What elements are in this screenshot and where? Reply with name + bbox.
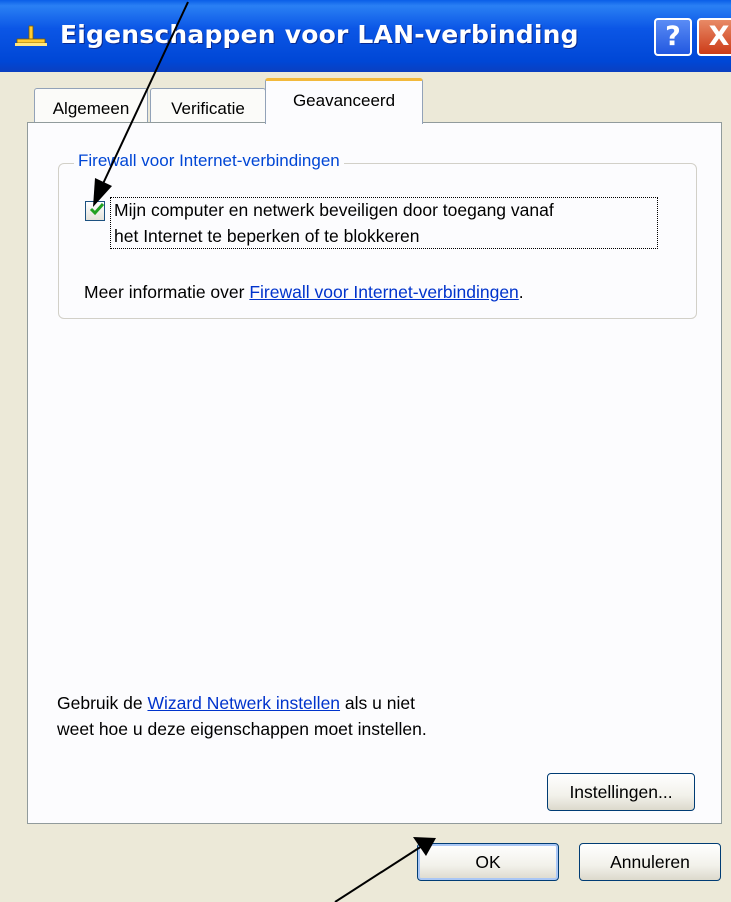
info-suffix: .: [518, 282, 524, 302]
lan-properties-dialog: Eigenschappen voor LAN-verbinding ? X Al…: [0, 0, 731, 902]
tab-geavanceerd[interactable]: Geavanceerd: [265, 78, 423, 124]
close-button[interactable]: X: [697, 18, 731, 56]
checkmark-icon: [89, 203, 105, 216]
wizard-prefix: Gebruik de: [57, 693, 148, 713]
wizard-link[interactable]: Wizard Netwerk instellen: [147, 693, 340, 713]
help-button[interactable]: ?: [654, 18, 692, 56]
wizard-text-line1: Gebruik de Wizard Netwerk instellen als …: [57, 693, 415, 714]
wizard-suffix: als u niet: [340, 693, 415, 713]
network-connection-icon: [15, 25, 47, 46]
info-text: Meer informatie over Firewall voor Inter…: [84, 282, 524, 303]
tab-algemeen[interactable]: Algemeen: [34, 88, 148, 124]
cancel-button[interactable]: Annuleren: [579, 843, 721, 881]
settings-button[interactable]: Instellingen...: [547, 773, 695, 811]
ok-button[interactable]: OK: [417, 843, 559, 881]
tab-verificatie[interactable]: Verificatie: [150, 88, 266, 124]
checkbox-label-line2: het Internet te beperken of te blokkeren: [114, 226, 420, 246]
window-title: Eigenschappen voor LAN-verbinding: [60, 20, 579, 49]
checkbox-label-line1: Mijn computer en netwerk beveiligen door…: [114, 200, 554, 220]
wizard-text-line2: weet hoe u deze eigenschappen moet inste…: [57, 719, 427, 739]
title-bar[interactable]: Eigenschappen voor LAN-verbinding ? X: [0, 0, 731, 72]
firewall-info-link[interactable]: Firewall voor Internet-verbindingen: [249, 282, 518, 302]
info-prefix: Meer informatie over: [84, 282, 250, 302]
firewall-group-title: Firewall voor Internet-verbindingen: [74, 151, 344, 171]
